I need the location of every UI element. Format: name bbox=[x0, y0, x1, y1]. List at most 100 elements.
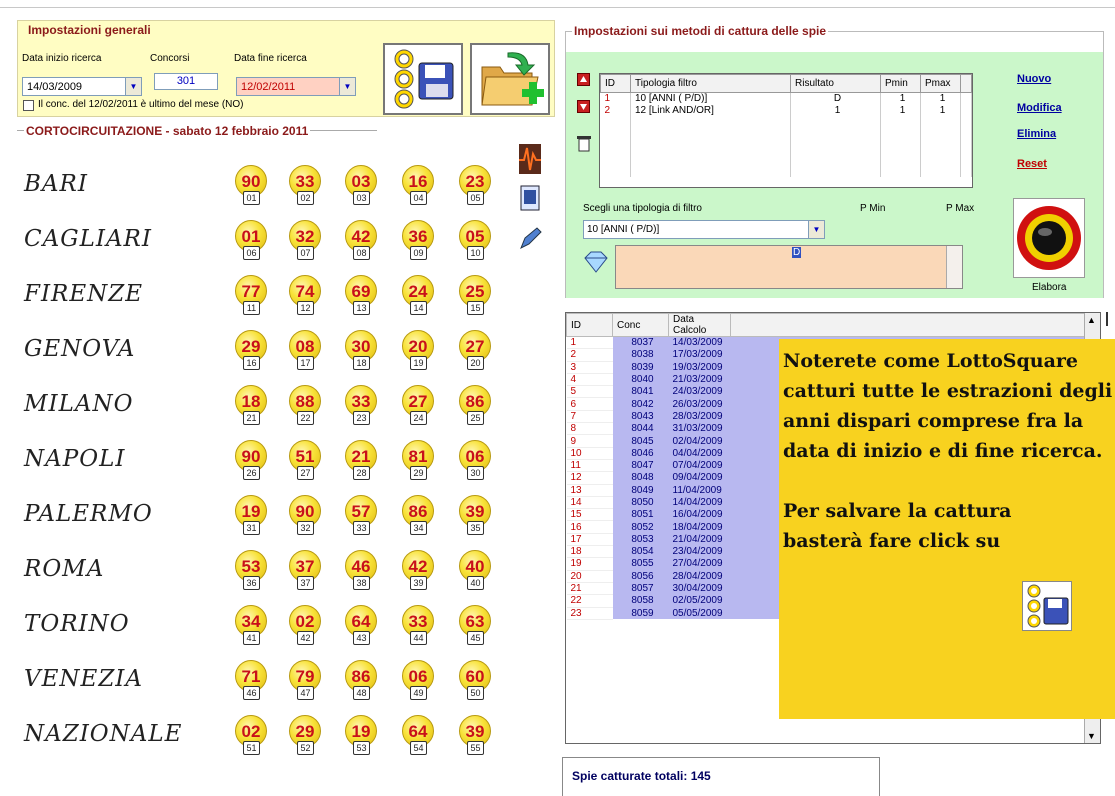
filter-row[interactable]: 1 10 [ANNI ( P/D)] D 1 1 bbox=[600, 92, 972, 105]
lotto-ball[interactable]: 79 47 bbox=[289, 660, 321, 700]
lotto-ball[interactable]: 39 55 bbox=[459, 715, 491, 755]
concorsi-input[interactable]: 301 bbox=[154, 73, 218, 90]
lotto-ball[interactable]: 46 38 bbox=[345, 550, 377, 590]
lotto-ball[interactable]: 30 18 bbox=[345, 330, 377, 370]
ball-position-tag: 17 bbox=[297, 356, 314, 370]
move-down-button[interactable] bbox=[577, 100, 590, 113]
ball-position-tag: 39 bbox=[410, 576, 427, 590]
end-date-dropdown[interactable]: 12/02/2011 ▼ bbox=[236, 77, 356, 96]
new-file-button[interactable] bbox=[470, 43, 550, 115]
lotto-ball[interactable]: 60 50 bbox=[459, 660, 491, 700]
lotto-ball[interactable]: 06 49 bbox=[402, 660, 434, 700]
lotto-ball[interactable]: 39 35 bbox=[459, 495, 491, 535]
lotto-ball[interactable]: 64 43 bbox=[345, 605, 377, 645]
grid-header[interactable]: Tipologia filtro bbox=[630, 74, 791, 93]
grid-header[interactable]: ID bbox=[600, 74, 631, 93]
last-of-month-checkbox[interactable] bbox=[23, 100, 34, 111]
lotto-ball[interactable]: 19 53 bbox=[345, 715, 377, 755]
lotto-ball[interactable]: 02 42 bbox=[289, 605, 321, 645]
filters-grid[interactable]: ID Tipologia filtro Risultato Pmin Pmax 1 10 [… bbox=[599, 73, 973, 188]
lotto-ball[interactable]: 19 31 bbox=[235, 495, 267, 535]
chevron-down-icon[interactable]: ▼ bbox=[808, 221, 824, 238]
waveform-tool-button[interactable] bbox=[517, 140, 543, 178]
list-cell-conc: 8055 bbox=[612, 557, 669, 571]
lotto-ball[interactable]: 64 54 bbox=[402, 715, 434, 755]
lotto-ball[interactable]: 36 09 bbox=[402, 220, 434, 260]
lotto-ball[interactable]: 16 04 bbox=[402, 165, 434, 205]
lotto-ball[interactable]: 90 01 bbox=[235, 165, 267, 205]
lotto-ball[interactable]: 02 51 bbox=[235, 715, 267, 755]
lotto-ball[interactable]: 63 45 bbox=[459, 605, 491, 645]
lotto-ball[interactable]: 42 08 bbox=[345, 220, 377, 260]
lotto-ball[interactable]: 74 12 bbox=[289, 275, 321, 315]
lotto-ball[interactable]: 33 23 bbox=[345, 385, 377, 425]
lotto-ball[interactable]: 03 03 bbox=[345, 165, 377, 205]
modifica-link[interactable]: Modifica bbox=[1017, 102, 1062, 114]
ball-position-tag: 31 bbox=[243, 521, 260, 535]
grid-header[interactable]: Risultato bbox=[790, 74, 881, 93]
lotto-ball[interactable]: 06 30 bbox=[459, 440, 491, 480]
lotto-ball[interactable]: 05 10 bbox=[459, 220, 491, 260]
arrow-down-icon bbox=[580, 104, 587, 110]
lotto-ball[interactable]: 69 13 bbox=[345, 275, 377, 315]
delete-filter-button[interactable] bbox=[576, 133, 592, 153]
lotto-ball[interactable]: 24 14 bbox=[402, 275, 434, 315]
lotto-ball[interactable]: 23 05 bbox=[459, 165, 491, 205]
list-cell-date: 17/03/2009 bbox=[668, 348, 731, 362]
lotto-ball[interactable]: 57 33 bbox=[345, 495, 377, 535]
filter-row[interactable]: 2 12 [Link AND/OR] 1 1 1 bbox=[600, 104, 972, 117]
list-header[interactable]: Conc bbox=[612, 313, 669, 337]
elabora-button[interactable] bbox=[1013, 198, 1085, 278]
lotto-ball[interactable]: 86 48 bbox=[345, 660, 377, 700]
lotto-ball[interactable]: 32 07 bbox=[289, 220, 321, 260]
lotto-ball[interactable]: 40 40 bbox=[459, 550, 491, 590]
lotto-ball[interactable]: 51 27 bbox=[289, 440, 321, 480]
chevron-down-icon[interactable]: ▼ bbox=[339, 78, 355, 95]
elimina-link[interactable]: Elimina bbox=[1017, 128, 1056, 140]
filter-type-dropdown[interactable]: 10 [ANNI ( P/D)] ▼ bbox=[583, 220, 825, 239]
lotto-ball[interactable]: 71 46 bbox=[235, 660, 267, 700]
start-date-dropdown[interactable]: 14/03/2009 ▼ bbox=[22, 77, 142, 96]
result-scrollbar[interactable] bbox=[946, 246, 962, 288]
lotto-ball[interactable]: 18 21 bbox=[235, 385, 267, 425]
lotto-ball[interactable]: 29 52 bbox=[289, 715, 321, 755]
grid-header[interactable]: Pmin bbox=[880, 74, 921, 93]
list-header[interactable]: ID bbox=[566, 313, 613, 337]
result-textarea[interactable]: D bbox=[615, 245, 963, 289]
city-name: FIRENZE bbox=[24, 281, 144, 307]
lotto-ball[interactable]: 34 41 bbox=[235, 605, 267, 645]
lotto-ball[interactable]: 53 36 bbox=[235, 550, 267, 590]
lotto-ball[interactable]: 29 16 bbox=[235, 330, 267, 370]
lotto-ball[interactable]: 33 02 bbox=[289, 165, 321, 205]
city-name: NAZIONALE bbox=[24, 721, 183, 747]
grid-header[interactable]: Pmax bbox=[920, 74, 961, 93]
lotto-ball[interactable]: 77 11 bbox=[235, 275, 267, 315]
gem-button[interactable] bbox=[581, 250, 611, 274]
lotto-ball[interactable]: 01 06 bbox=[235, 220, 267, 260]
chevron-down-icon[interactable]: ▼ bbox=[125, 78, 141, 95]
scroll-up-icon[interactable]: ▲ bbox=[1087, 315, 1096, 325]
lotto-ball[interactable]: 88 22 bbox=[289, 385, 321, 425]
lotto-ball[interactable]: 27 20 bbox=[459, 330, 491, 370]
reset-link[interactable]: Reset bbox=[1017, 158, 1047, 170]
lotto-ball[interactable]: 20 19 bbox=[402, 330, 434, 370]
report-tool-button[interactable] bbox=[517, 184, 543, 214]
move-up-button[interactable] bbox=[577, 73, 590, 86]
lotto-ball[interactable]: 27 24 bbox=[402, 385, 434, 425]
lotto-ball[interactable]: 90 26 bbox=[235, 440, 267, 480]
lotto-ball[interactable]: 37 37 bbox=[289, 550, 321, 590]
lotto-ball[interactable]: 42 39 bbox=[402, 550, 434, 590]
lotto-ball[interactable]: 86 25 bbox=[459, 385, 491, 425]
scroll-down-icon[interactable]: ▼ bbox=[1087, 731, 1096, 741]
lotto-ball[interactable]: 33 44 bbox=[402, 605, 434, 645]
edit-tool-button[interactable] bbox=[517, 226, 543, 252]
lotto-ball[interactable]: 90 32 bbox=[289, 495, 321, 535]
save-capture-button[interactable] bbox=[383, 43, 463, 115]
list-header[interactable]: Data Calcolo bbox=[668, 313, 731, 337]
lotto-ball[interactable]: 81 29 bbox=[402, 440, 434, 480]
lotto-ball[interactable]: 08 17 bbox=[289, 330, 321, 370]
lotto-ball[interactable]: 86 34 bbox=[402, 495, 434, 535]
lotto-ball[interactable]: 25 15 bbox=[459, 275, 491, 315]
nuovo-link[interactable]: Nuovo bbox=[1017, 73, 1051, 85]
lotto-ball[interactable]: 21 28 bbox=[345, 440, 377, 480]
